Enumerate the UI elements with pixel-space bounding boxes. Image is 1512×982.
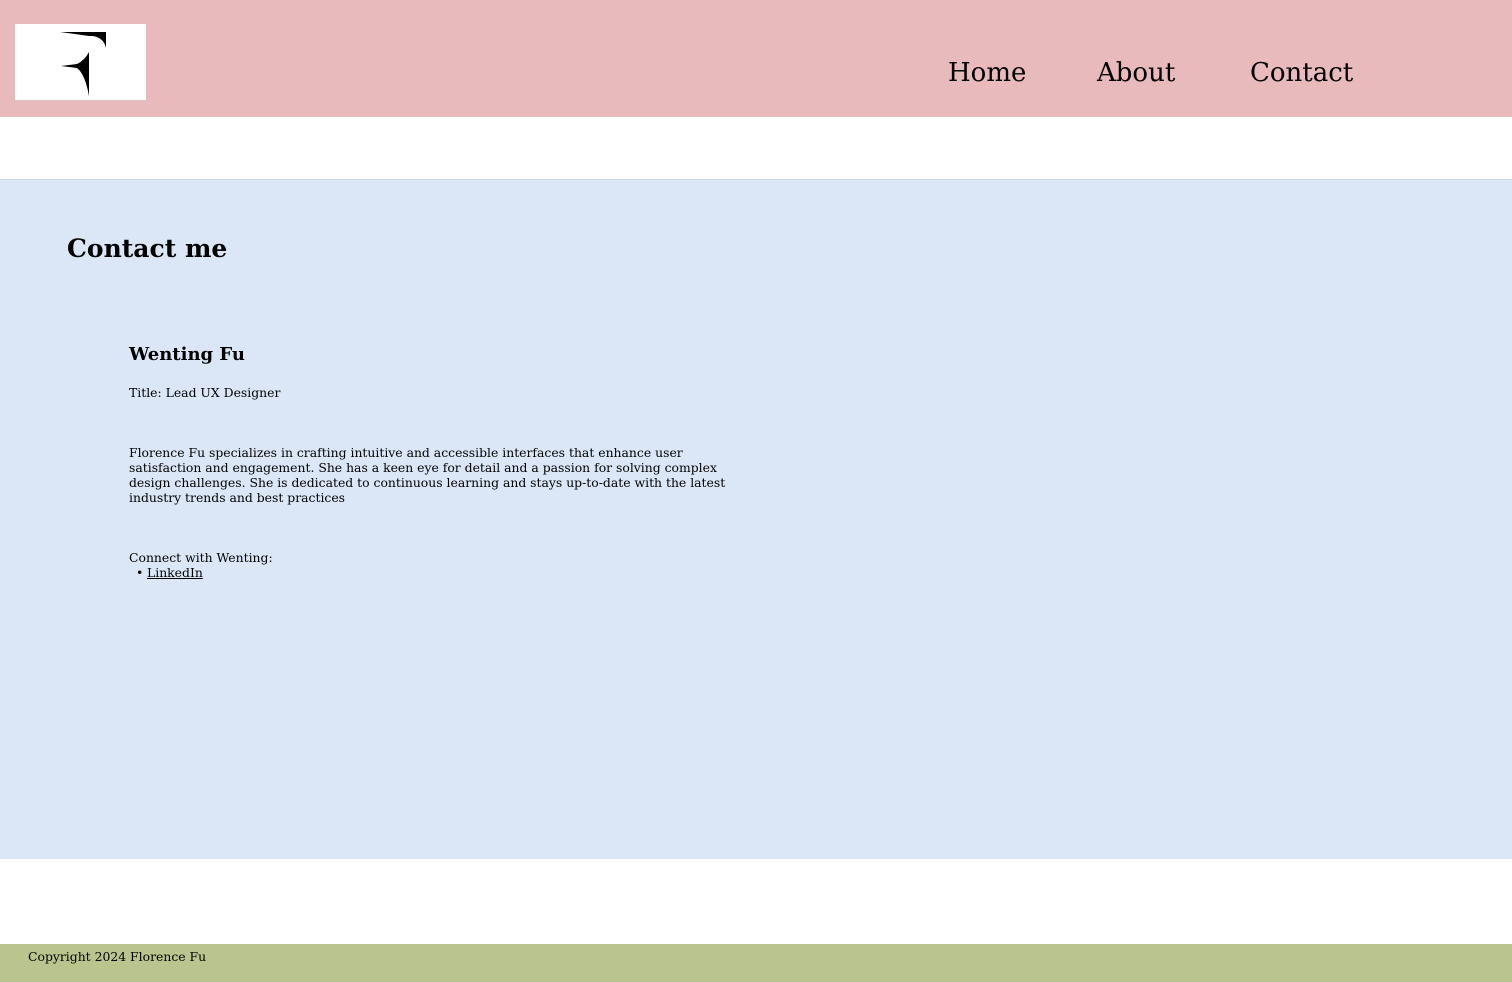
linkedin-link[interactable]: LinkedIn [147, 565, 203, 580]
site-header: Home About Contact [0, 0, 1512, 117]
page-title: Contact me [67, 234, 228, 263]
site-footer: Copyright 2024 Florence Fu [0, 944, 1512, 982]
social-links-list: • LinkedIn [129, 565, 747, 580]
list-item: • LinkedIn [136, 565, 747, 580]
contact-section: Contact me Wenting Fu Title: Lead UX Des… [0, 179, 1512, 859]
person-name: Wenting Fu [129, 344, 245, 365]
nav-home-link[interactable]: Home [948, 57, 1026, 89]
bullet-icon: • [136, 565, 144, 580]
connect-label: Connect with Wenting: [129, 550, 273, 565]
person-title: Title: Lead UX Designer [129, 385, 281, 400]
person-bio: Florence Fu specializes in crafting intu… [129, 445, 726, 505]
copyright-text: Copyright 2024 Florence Fu [28, 949, 207, 964]
letter-f-logo-icon [60, 32, 106, 96]
nav-about-link[interactable]: About [1097, 57, 1175, 89]
contact-card: Wenting Fu Title: Lead UX Designer Flore… [129, 342, 747, 580]
logo[interactable] [15, 24, 146, 100]
nav-contact-link[interactable]: Contact [1250, 57, 1353, 89]
